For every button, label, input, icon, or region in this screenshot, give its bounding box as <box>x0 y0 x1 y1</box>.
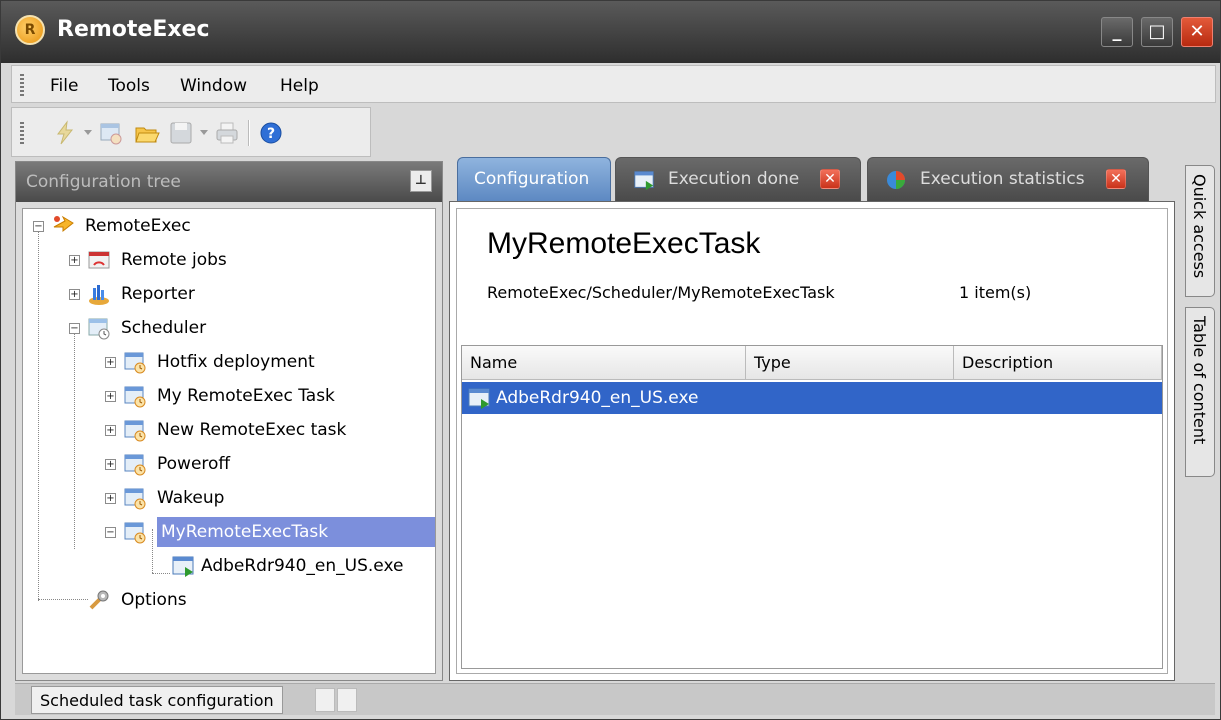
item-count: 1 item(s) <box>959 283 1032 302</box>
expand-icon[interactable]: + <box>105 459 116 470</box>
tab-execution-done[interactable]: Execution done ✕ <box>615 157 861 201</box>
tab-execution-statistics[interactable]: Execution statistics ✕ <box>867 157 1149 201</box>
options-icon <box>89 590 109 610</box>
collapse-icon[interactable]: − <box>33 221 44 232</box>
expand-icon[interactable]: + <box>69 255 80 266</box>
scheduled-task-icon <box>124 488 146 510</box>
main-window: R RemoteExec _ □ ✕ File Tools Window Hel… <box>0 0 1221 720</box>
tree-node-myremoteexectask[interactable]: − MyRemoteExecTask <box>23 517 435 547</box>
save-icon[interactable] <box>168 120 194 146</box>
open-folder-icon[interactable] <box>134 120 160 146</box>
menu-file[interactable]: File <box>50 76 78 96</box>
scheduled-task-icon <box>124 420 146 442</box>
scheduled-task-icon <box>124 522 146 544</box>
menu-help[interactable]: Help <box>280 76 319 96</box>
executable-icon <box>634 171 654 191</box>
expand-icon[interactable]: + <box>105 493 116 504</box>
breadcrumb: RemoteExec/Scheduler/MyRemoteExecTask <box>487 283 835 302</box>
toolbar-grip-icon[interactable] <box>20 122 24 144</box>
column-header-name[interactable]: Name <box>462 346 746 380</box>
tree-node-wakeup[interactable]: + Wakeup <box>23 483 433 513</box>
collapse-icon[interactable]: − <box>69 323 80 334</box>
items-table: Name Type Description AdbeRdr940_en_US.e… <box>461 345 1163 669</box>
close-tab-icon[interactable]: ✕ <box>1106 169 1126 189</box>
side-tab-quick-access[interactable]: Quick access <box>1185 165 1215 297</box>
executable-icon <box>172 556 194 577</box>
app-logo-icon: R <box>15 15 45 45</box>
lightning-icon[interactable] <box>52 120 78 146</box>
expand-icon[interactable]: + <box>105 357 116 368</box>
maximize-button[interactable]: □ <box>1141 17 1173 47</box>
panel-header: Configuration tree ⊥ <box>16 162 442 202</box>
executable-icon <box>468 388 490 409</box>
remoteexec-icon <box>53 215 74 233</box>
document-area: Configuration Execution done ✕ Execution… <box>449 151 1179 681</box>
help-icon[interactable]: ? <box>258 120 284 146</box>
tree-node-adberdr940[interactable]: AdbeRdr940_en_US.exe <box>23 551 433 581</box>
page-title: MyRemoteExecTask <box>487 227 761 260</box>
reporter-icon <box>89 285 109 305</box>
scheduled-task-icon <box>124 454 146 476</box>
content-frame: MyRemoteExecTask RemoteExec/Scheduler/My… <box>456 208 1168 674</box>
tree-node-reporter[interactable]: + Reporter <box>23 279 433 309</box>
status-cell <box>337 688 357 712</box>
tree-node-new-remoteexec-task[interactable]: + New RemoteExec task <box>23 415 433 445</box>
menu-bar: File Tools Window Help <box>11 65 1216 103</box>
close-tab-icon[interactable]: ✕ <box>820 169 840 189</box>
menu-tools[interactable]: Tools <box>108 76 150 96</box>
close-button[interactable]: ✕ <box>1181 17 1213 47</box>
panel-title: Configuration tree <box>26 172 181 192</box>
window-title: RemoteExec <box>57 17 210 42</box>
column-header-description[interactable]: Description <box>954 346 1162 380</box>
table-row[interactable]: AdbeRdr940_en_US.exe <box>462 382 1162 414</box>
collapse-icon[interactable]: − <box>105 527 116 538</box>
menu-window[interactable]: Window <box>180 76 247 96</box>
expand-icon[interactable]: + <box>105 425 116 436</box>
tree-node-remote-jobs[interactable]: + Remote jobs <box>23 245 433 275</box>
menu-grip-icon[interactable] <box>20 74 24 96</box>
toolbar: ? <box>11 107 371 157</box>
toolbar-separator <box>248 120 250 146</box>
pin-icon[interactable]: ⊥ <box>410 170 432 192</box>
expand-icon[interactable]: + <box>105 391 116 402</box>
status-text: Scheduled task configuration <box>31 686 283 714</box>
status-cell <box>315 688 335 712</box>
print-icon[interactable] <box>214 120 240 146</box>
expand-icon[interactable]: + <box>69 289 80 300</box>
tree-node-scheduler[interactable]: − Scheduler <box>23 313 433 343</box>
tree-node-options[interactable]: Options <box>23 585 433 615</box>
tree-node-selected-label: MyRemoteExecTask <box>157 517 435 547</box>
side-tab-table-of-content[interactable]: Table of content <box>1185 307 1215 477</box>
title-bar[interactable]: R RemoteExec _ □ ✕ <box>1 1 1220 63</box>
remote-jobs-icon <box>88 251 110 269</box>
save-dropdown-icon[interactable] <box>200 130 208 135</box>
configuration-tree-panel: Configuration tree ⊥ − RemoteExec + Remo… <box>15 161 443 681</box>
scheduled-task-icon <box>124 386 146 408</box>
tree-node-hotfix-deployment[interactable]: + Hotfix deployment <box>23 347 433 377</box>
configuration-tree: − RemoteExec + Remote jobs + Reporter − … <box>22 208 436 674</box>
new-task-icon[interactable] <box>98 120 124 146</box>
column-header-type[interactable]: Type <box>746 346 954 380</box>
tree-node-remoteexec[interactable]: − RemoteExec <box>23 211 433 241</box>
tree-node-poweroff[interactable]: + Poweroff <box>23 449 433 479</box>
run-dropdown-icon[interactable] <box>84 130 92 135</box>
svg-text:?: ? <box>267 126 275 142</box>
minimize-button[interactable]: _ <box>1101 17 1133 47</box>
scheduler-icon <box>88 318 110 340</box>
tab-content: MyRemoteExecTask RemoteExec/Scheduler/My… <box>449 201 1175 681</box>
tree-node-my-remoteexec-task[interactable]: + My RemoteExec Task <box>23 381 433 411</box>
scheduled-task-icon <box>124 352 146 374</box>
statistics-icon <box>887 171 905 189</box>
row-name-cell: AdbeRdr940_en_US.exe <box>496 388 699 408</box>
status-bar: Scheduled task configuration <box>15 683 1215 715</box>
tab-configuration[interactable]: Configuration <box>457 157 611 201</box>
